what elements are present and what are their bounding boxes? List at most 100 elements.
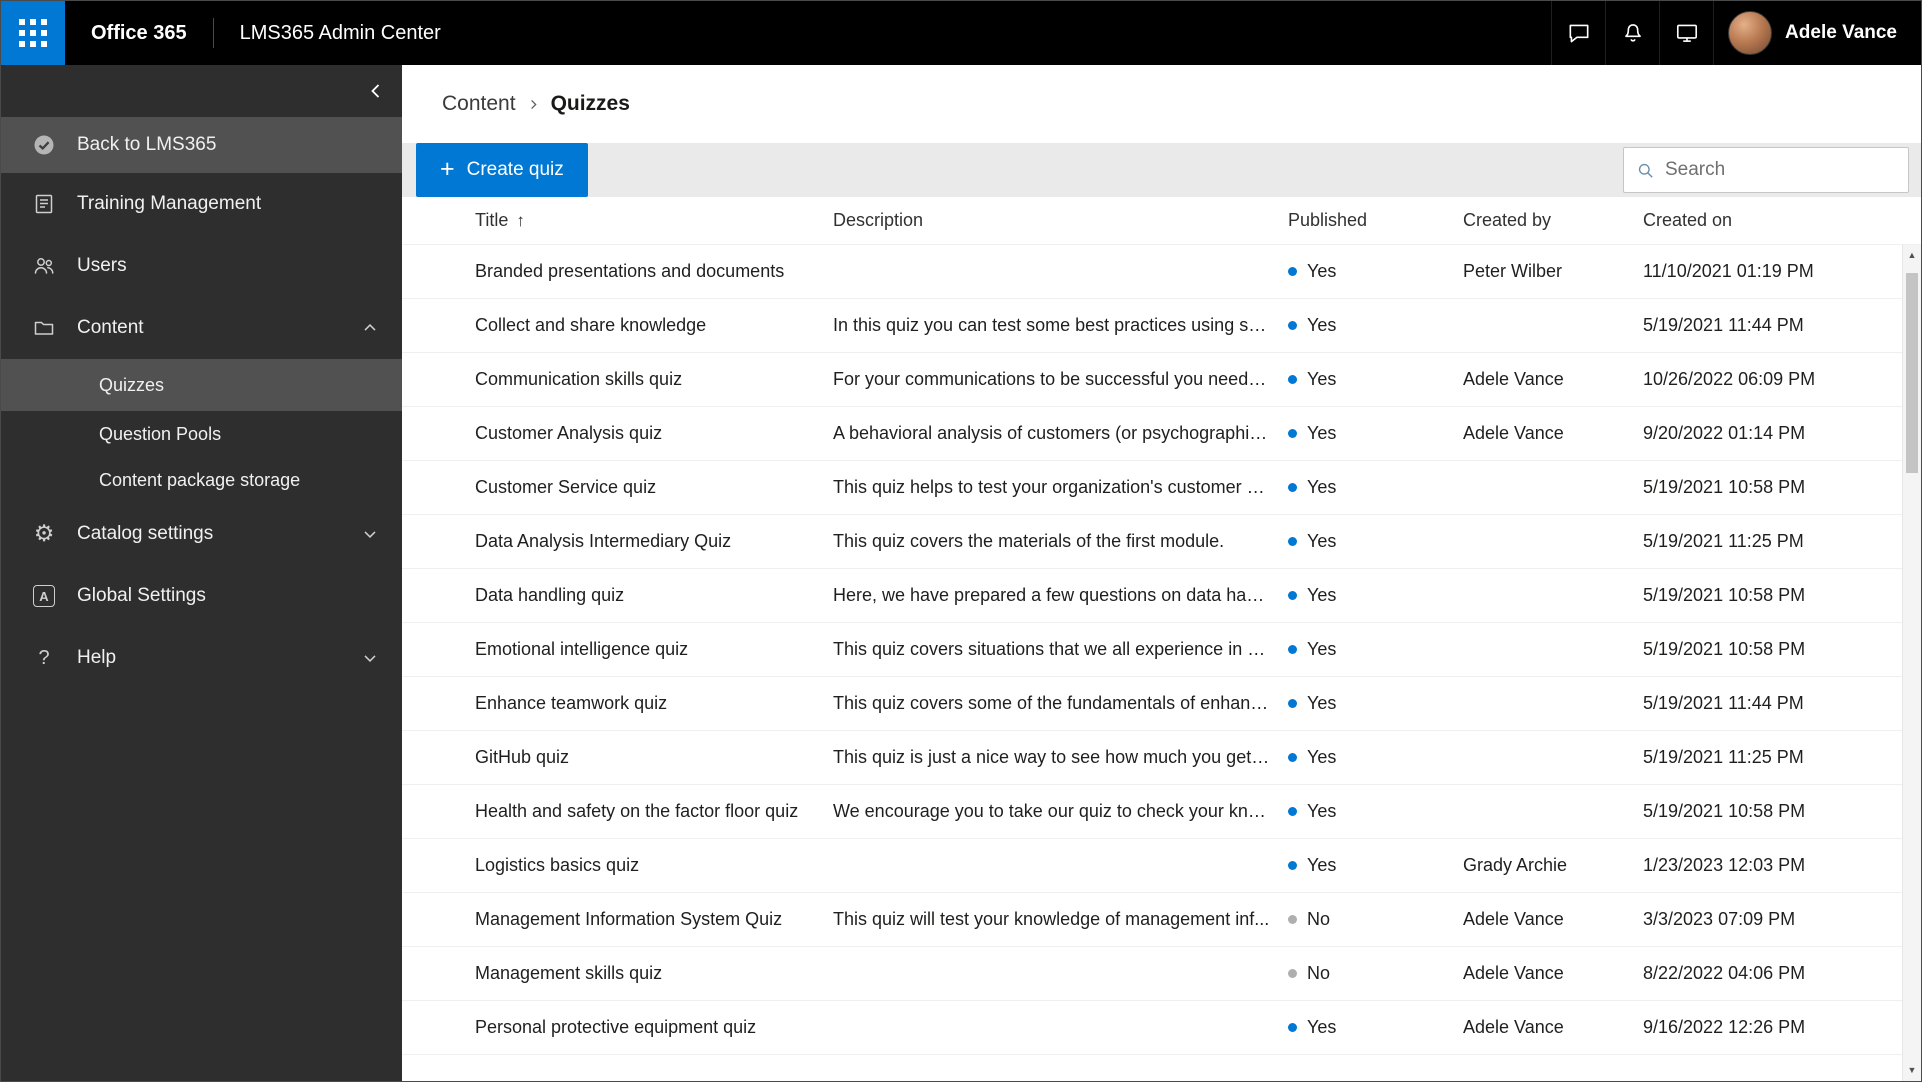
published-label: Yes: [1307, 585, 1337, 605]
quiz-row[interactable]: Data Analysis Intermediary Quiz This qui…: [402, 515, 1902, 569]
published-cell: Yes: [1288, 855, 1463, 876]
quiz-row[interactable]: Logistics basics quiz Yes Grady Archie 1…: [402, 839, 1902, 893]
quiz-row[interactable]: Customer Service quiz This quiz helps to…: [402, 461, 1902, 515]
lms365-admin-window: Office 365 LMS365 Admin Center Adele Van…: [0, 0, 1922, 1082]
quiz-row[interactable]: Emotional intelligence quiz This quiz co…: [402, 623, 1902, 677]
created-by-cell: Adele Vance: [1463, 909, 1564, 929]
published-dot: [1288, 753, 1297, 762]
scrollbar-down-arrow[interactable]: ▼: [1903, 1060, 1921, 1080]
quiz-row[interactable]: Health and safety on the factor floor qu…: [402, 785, 1902, 839]
published-dot: [1288, 267, 1297, 276]
quiz-row[interactable]: Communication skills quiz For your commu…: [402, 353, 1902, 407]
breadcrumb-content-link[interactable]: Content: [442, 92, 516, 116]
published-label: Yes: [1307, 477, 1337, 497]
quiz-row[interactable]: Customer Analysis quiz A behavioral anal…: [402, 407, 1902, 461]
table-scrollbar[interactable]: ▲ ▼: [1902, 245, 1921, 1081]
quiz-row[interactable]: Personal protective equipment quiz Yes A…: [402, 1001, 1902, 1055]
chevron-right-icon: [526, 97, 541, 112]
quiz-title-cell: Collect and share knowledge: [475, 315, 707, 335]
sidebar-item-users[interactable]: Users: [1, 235, 402, 297]
search-icon: [1638, 163, 1653, 178]
search-input[interactable]: [1665, 159, 1896, 181]
created-on-cell: 9/20/2022 01:14 PM: [1643, 423, 1806, 443]
published-dot: [1288, 591, 1297, 600]
sidebar-item-label: Catalog settings: [77, 523, 214, 544]
sidebar-subitem-label: Question Pools: [99, 423, 222, 444]
quiz-row[interactable]: Management Information System Quiz This …: [402, 893, 1902, 947]
published-cell: Yes: [1288, 1017, 1463, 1038]
quiz-row[interactable]: Enhance teamwork quiz This quiz covers s…: [402, 677, 1902, 731]
quiz-table: Title ↑ Description Published Created by…: [402, 197, 1921, 1081]
quiz-table-body: Branded presentations and documents Yes …: [402, 245, 1902, 1081]
published-label: Yes: [1307, 693, 1337, 713]
column-header-description[interactable]: Description: [833, 210, 1288, 231]
gear-icon: ⚙: [33, 520, 55, 547]
notifications-button[interactable]: [1605, 1, 1659, 65]
sidebar-item-training-management[interactable]: Training Management: [1, 173, 402, 235]
column-header-published[interactable]: Published: [1288, 210, 1463, 231]
published-dot: [1288, 375, 1297, 384]
published-label: Yes: [1307, 1017, 1337, 1037]
quiz-row[interactable]: Management skills quiz No Adele Vance 8/…: [402, 947, 1902, 1001]
quiz-title-cell: Management skills quiz: [475, 963, 663, 983]
created-on-cell: 5/19/2021 11:25 PM: [1643, 747, 1804, 767]
sidebar-item-question-pools[interactable]: Question Pools: [1, 411, 402, 457]
admin-a-icon: A: [31, 585, 57, 607]
column-header-created-by[interactable]: Created by: [1463, 210, 1643, 231]
quiz-title-cell: GitHub quiz: [475, 747, 570, 767]
quiz-title-cell: Emotional intelligence quiz: [475, 639, 689, 659]
published-cell: No: [1288, 909, 1463, 930]
quiz-row[interactable]: Data handling quiz Here, we have prepare…: [402, 569, 1902, 623]
created-on-cell: 5/19/2021 11:25 PM: [1643, 531, 1804, 551]
user-avatar: [1728, 11, 1773, 55]
bell-icon: [1624, 24, 1641, 42]
quiz-description-cell: In this quiz you can test some best prac…: [833, 315, 1274, 335]
app-launcher-button[interactable]: [1, 1, 65, 65]
account-menu[interactable]: Adele Vance: [1713, 1, 1921, 65]
sidebar-item-content-package-storage[interactable]: Content package storage: [1, 457, 402, 503]
published-label: Yes: [1307, 369, 1337, 389]
create-quiz-label: Create quiz: [466, 159, 564, 180]
quiz-title-cell: Customer Analysis quiz: [475, 423, 663, 443]
column-header-title[interactable]: Title ↑: [475, 210, 833, 231]
published-dot: [1288, 483, 1297, 492]
published-cell: Yes: [1288, 261, 1463, 282]
question-mark-icon: ?: [38, 646, 50, 669]
created-on-cell: 5/19/2021 10:58 PM: [1643, 639, 1806, 659]
quiz-title-cell: Data Analysis Intermediary Quiz: [475, 531, 732, 551]
created-on-cell: 5/19/2021 11:44 PM: [1643, 315, 1804, 335]
quiz-row[interactable]: Branded presentations and documents Yes …: [402, 245, 1902, 299]
sidebar-item-back-to-lms365[interactable]: Back to LMS365: [1, 117, 402, 173]
office-365-brand[interactable]: Office 365: [91, 22, 187, 45]
chevron-down-icon: [360, 524, 380, 544]
sidebar-item-help[interactable]: ? Help: [1, 627, 402, 689]
published-dot: [1288, 321, 1297, 330]
sidebar-collapse-button[interactable]: [364, 79, 388, 103]
training-ledger-icon: [31, 192, 57, 216]
quiz-description-cell: This quiz is just a nice way to see how …: [833, 747, 1277, 767]
quiz-row[interactable]: Collect and share knowledge In this quiz…: [402, 299, 1902, 353]
create-quiz-button[interactable]: + Create quiz: [416, 143, 588, 197]
quiz-description-cell: This quiz will test your knowledge of ma…: [833, 909, 1270, 929]
sidebar-item-global-settings[interactable]: A Global Settings: [1, 565, 402, 627]
column-header-label: Title: [475, 210, 509, 230]
scrollbar-up-arrow[interactable]: ▲: [1903, 245, 1921, 265]
published-label: Yes: [1307, 315, 1337, 335]
sidebar-item-quizzes[interactable]: Quizzes: [1, 359, 402, 411]
quiz-title-cell: Health and safety on the factor floor qu…: [475, 801, 799, 821]
breadcrumb: Content Quizzes: [402, 65, 1921, 143]
search-box[interactable]: [1623, 147, 1909, 193]
users-icon: [31, 254, 57, 278]
published-dot: [1288, 1023, 1297, 1032]
published-label: Yes: [1307, 531, 1337, 551]
chat-button[interactable]: [1551, 1, 1605, 65]
quiz-row[interactable]: GitHub quiz This quiz is just a nice way…: [402, 731, 1902, 785]
published-dot: [1288, 537, 1297, 546]
sidebar-item-catalog-settings[interactable]: ⚙ Catalog settings: [1, 503, 402, 565]
quiz-title-cell: Customer Service quiz: [475, 477, 657, 497]
column-header-created-on[interactable]: Created on: [1643, 210, 1902, 231]
chat-icon: [1569, 24, 1589, 43]
sidebar-item-content[interactable]: Content: [1, 297, 402, 359]
scrollbar-thumb[interactable]: [1906, 273, 1918, 473]
display-panel-button[interactable]: [1659, 1, 1713, 65]
